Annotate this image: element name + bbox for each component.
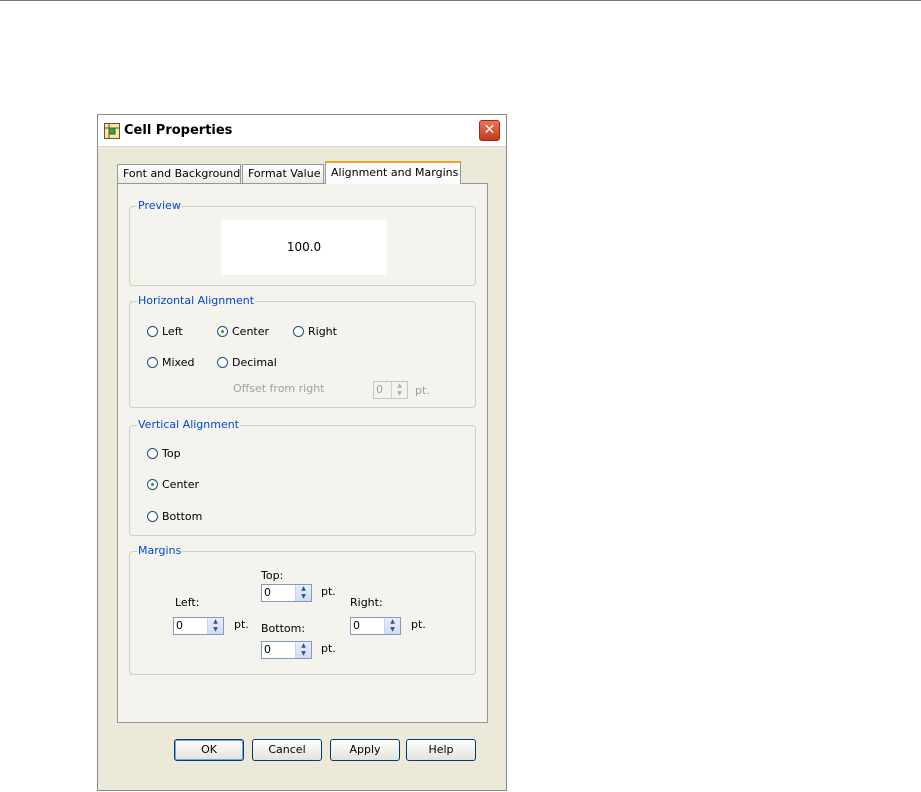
margin-bottom-unit: pt. (321, 642, 336, 655)
margin-bottom-spinner[interactable]: 0 ▲ ▼ (261, 641, 312, 659)
spinner-arrows-icon[interactable]: ▲ ▼ (295, 642, 311, 658)
radio-horizontal-right[interactable]: Right (293, 325, 337, 338)
vertical-alignment-title: Vertical Alignment (137, 418, 241, 431)
margin-right-value[interactable]: 0 (351, 618, 384, 634)
close-icon: ✕ (483, 122, 496, 138)
margin-top-value[interactable]: 0 (262, 585, 295, 601)
margin-right-unit: pt. (411, 618, 426, 631)
margin-right-spinner[interactable]: 0 ▲ ▼ (350, 617, 401, 635)
radio-horizontal-decimal[interactable]: Decimal (217, 356, 277, 369)
close-button[interactable]: ✕ (479, 120, 500, 141)
margin-top-spinner[interactable]: 0 ▲ ▼ (261, 584, 312, 602)
radio-label: Center (232, 325, 270, 338)
spinner-arrows-icon[interactable]: ▲ ▼ (295, 585, 311, 601)
offset-value[interactable]: 0 (374, 382, 391, 398)
radio-label: Decimal (232, 356, 277, 369)
margins-group: Margins Top: 0 ▲ ▼ pt. Left: 0 ▲ ▼ pt. Rig… (129, 544, 476, 675)
margin-left-label: Left: (175, 596, 200, 609)
radio-button[interactable] (147, 326, 158, 337)
radio-label: Right (308, 325, 337, 338)
tab-alignment-and-margins[interactable]: Alignment and Margins (325, 161, 461, 184)
radio-label: Mixed (162, 356, 195, 369)
radio-button[interactable] (217, 326, 228, 337)
radio-button[interactable] (147, 357, 158, 368)
radio-button[interactable] (147, 511, 158, 522)
radio-horizontal-left[interactable]: Left (147, 325, 183, 338)
radio-button[interactable] (217, 357, 228, 368)
margin-bottom-value[interactable]: 0 (262, 642, 295, 658)
cell-properties-dialog: Cell Properties ✕ Font and Background Fo… (97, 114, 507, 791)
apply-button[interactable]: Apply (330, 739, 400, 761)
preview-group-title: Preview (137, 199, 182, 212)
tab-panel: Preview 100.0 Horizontal Alignment Left … (117, 183, 488, 723)
horizontal-alignment-group: Horizontal Alignment Left Center Right M… (129, 294, 476, 408)
title-bar[interactable]: Cell Properties ✕ (98, 115, 506, 147)
radio-label: Left (162, 325, 183, 338)
cancel-button[interactable]: Cancel (252, 739, 322, 761)
radio-label: Bottom (162, 510, 203, 523)
dialog-title: Cell Properties (124, 123, 233, 138)
spinner-arrows-icon[interactable]: ▲ ▼ (207, 618, 223, 634)
radio-horizontal-center[interactable]: Center (217, 325, 269, 338)
spinner-arrows-icon[interactable]: ▲ ▼ (384, 618, 400, 634)
preview-group: Preview 100.0 (129, 199, 476, 286)
radio-vertical-bottom[interactable]: Bottom (147, 510, 202, 523)
radio-vertical-top[interactable]: Top (147, 447, 181, 460)
help-button[interactable]: Help (406, 739, 476, 761)
margin-top-label: Top: (261, 569, 284, 582)
tab-font-and-background[interactable]: Font and Background (117, 164, 241, 183)
radio-label: Top (162, 447, 181, 460)
table-cell-icon (104, 123, 120, 139)
tab-format-value[interactable]: Format Value (242, 164, 324, 183)
radio-button[interactable] (293, 326, 304, 337)
preview-box: 100.0 (221, 220, 387, 275)
spinner-arrows-icon[interactable]: ▲ ▼ (391, 382, 407, 398)
offset-from-right-spinner[interactable]: 0 ▲ ▼ (373, 381, 408, 399)
margin-top-unit: pt. (321, 585, 336, 598)
radio-button[interactable] (147, 448, 158, 459)
top-separator (0, 0, 921, 1)
offset-unit: pt. (415, 384, 430, 397)
margin-left-value[interactable]: 0 (174, 618, 207, 634)
radio-vertical-center[interactable]: Center (147, 478, 199, 491)
margin-bottom-label: Bottom: (261, 622, 306, 635)
ok-button[interactable]: OK (174, 739, 244, 761)
vertical-alignment-group: Vertical Alignment Top Center Bottom (129, 418, 476, 536)
margin-right-label: Right: (350, 596, 383, 609)
offset-from-right-label: Offset from right (233, 382, 325, 395)
horizontal-alignment-title: Horizontal Alignment (137, 294, 256, 307)
radio-horizontal-mixed[interactable]: Mixed (147, 356, 194, 369)
margins-title: Margins (137, 544, 183, 557)
radio-label: Center (162, 478, 200, 491)
margin-left-unit: pt. (234, 618, 249, 631)
radio-button[interactable] (147, 479, 158, 490)
margin-left-spinner[interactable]: 0 ▲ ▼ (173, 617, 224, 635)
